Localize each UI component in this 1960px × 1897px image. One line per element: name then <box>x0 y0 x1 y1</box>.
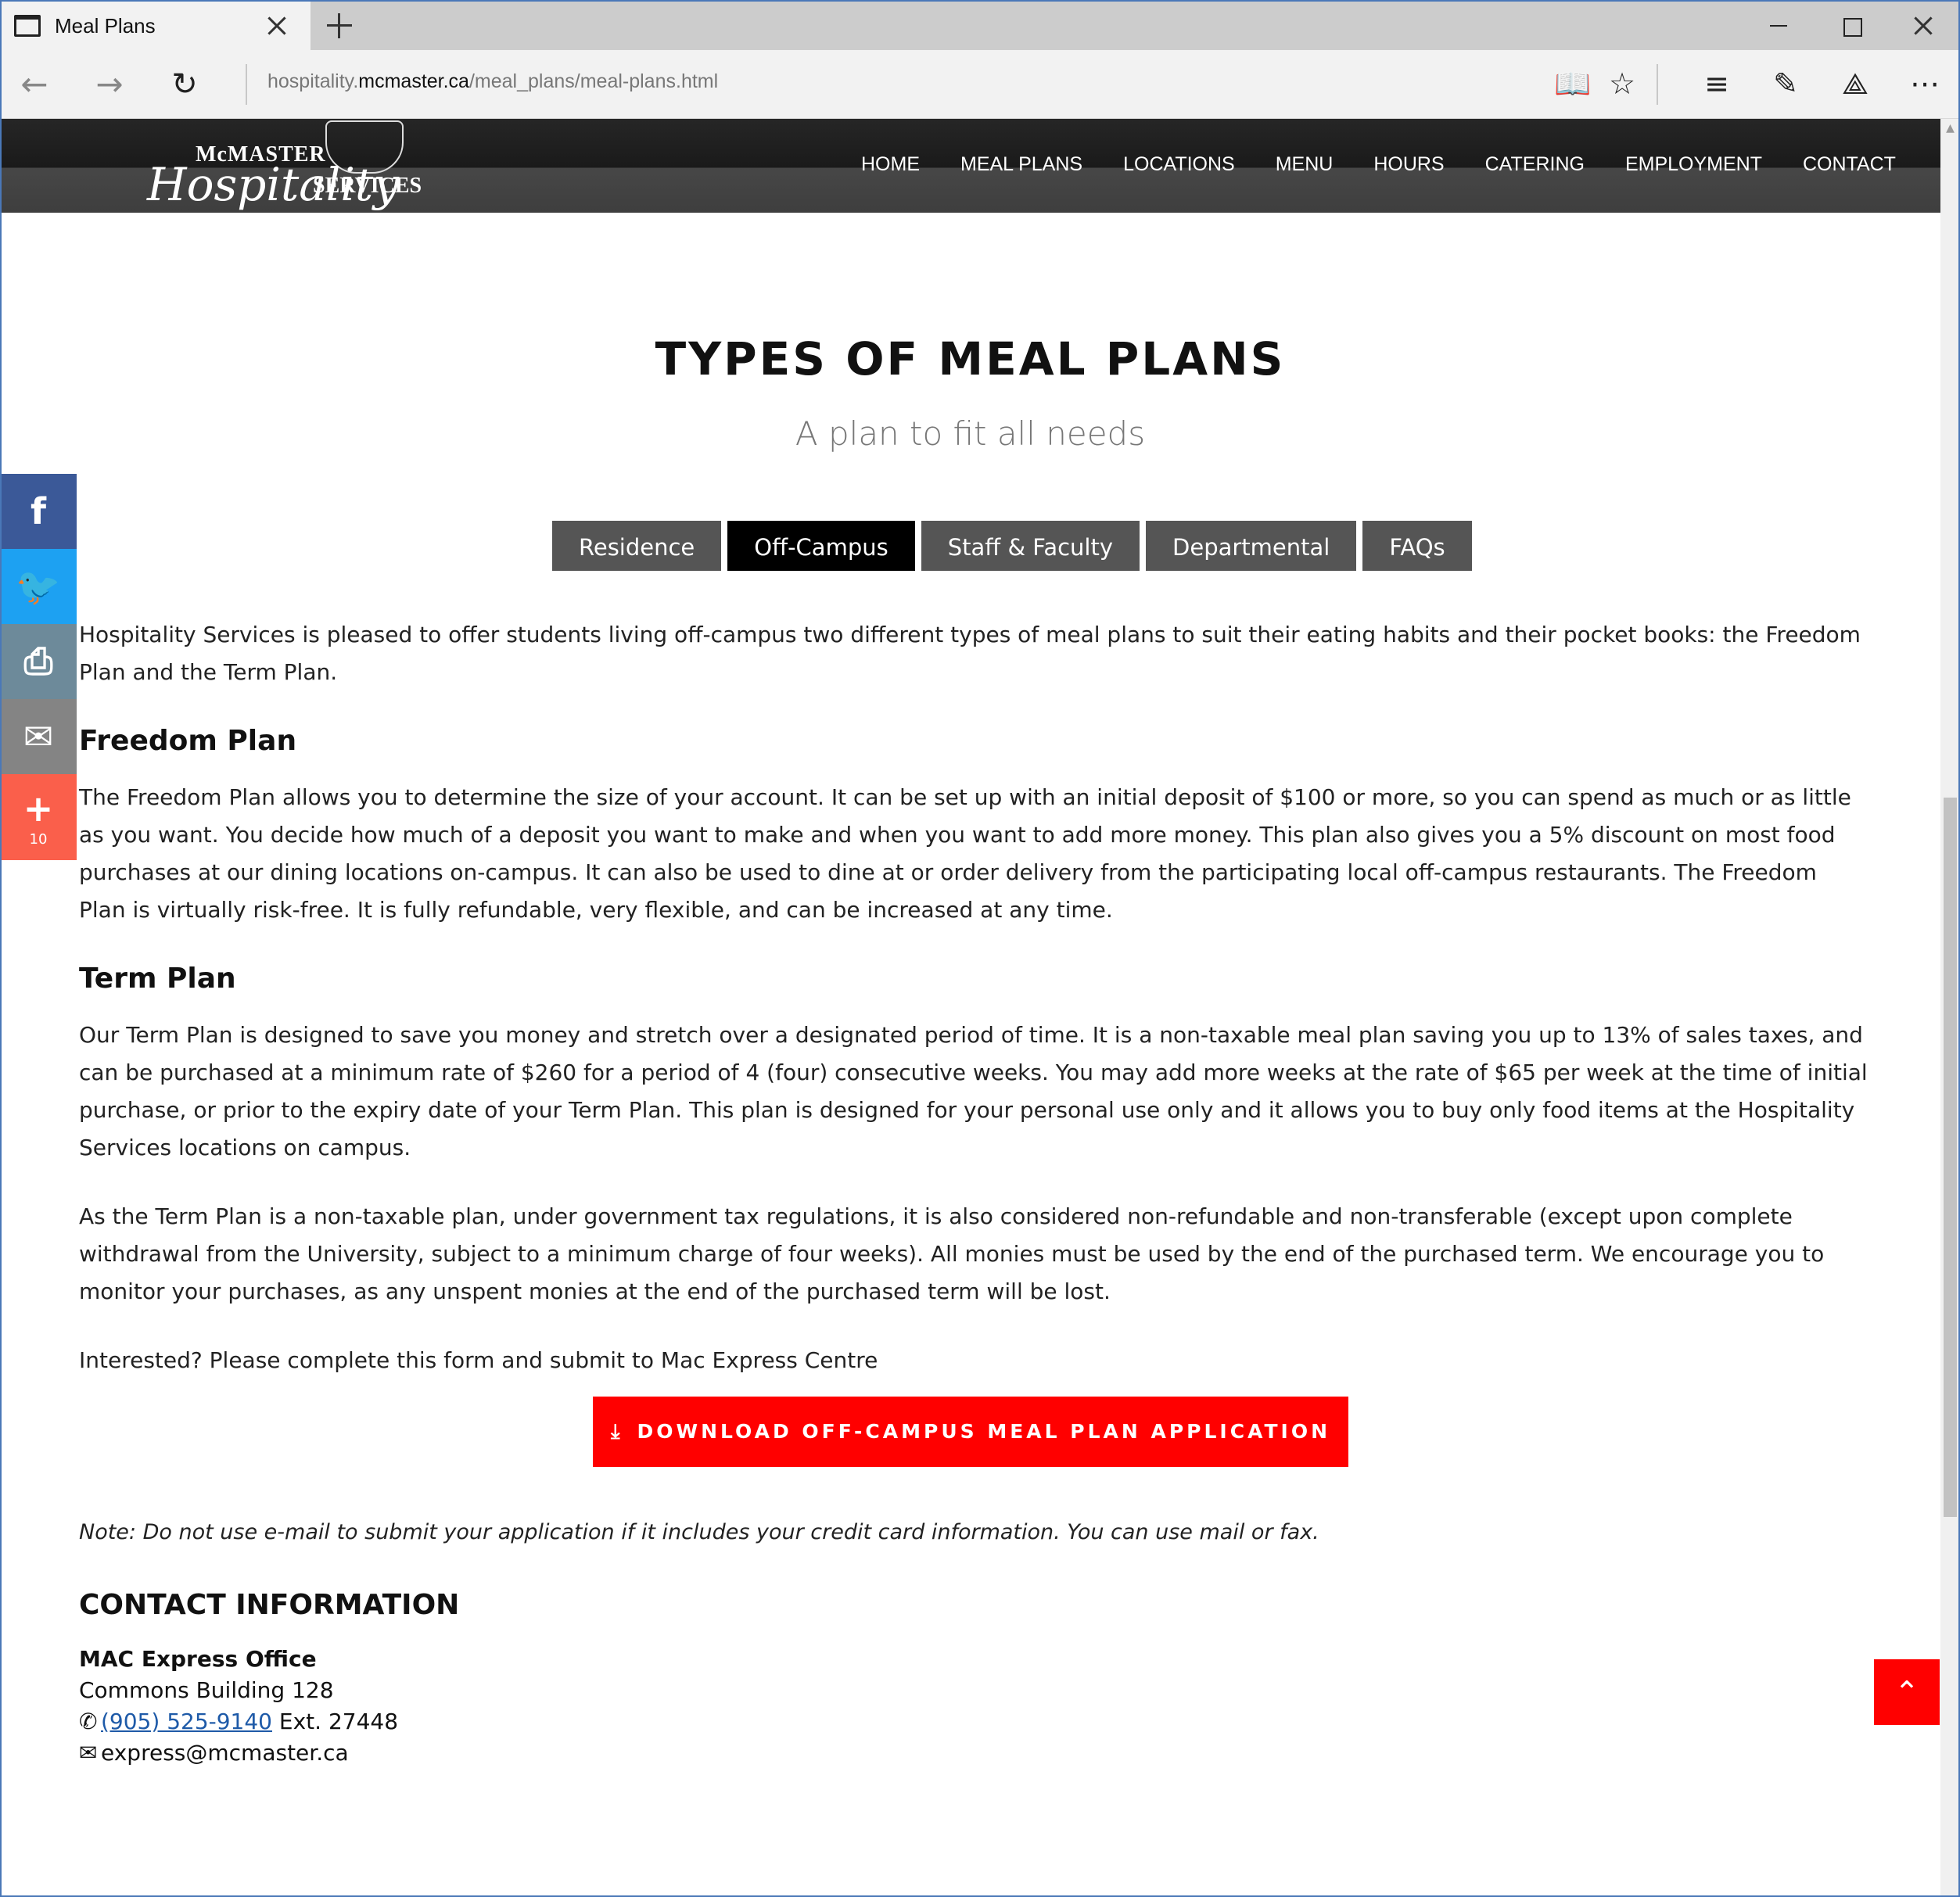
more-icon[interactable]: ⋯ <box>1907 66 1943 102</box>
nav-hours[interactable]: HOURS <box>1373 153 1444 185</box>
page-title: TYPES OF MEAL PLANS <box>655 332 1286 385</box>
tab-faqs[interactable]: FAQs <box>1362 521 1472 571</box>
nav-locations[interactable]: LOCATIONS <box>1123 153 1235 185</box>
tab-residence[interactable]: Residence <box>552 521 722 571</box>
browser-tab[interactable]: Meal Plans <box>0 1 311 51</box>
divider <box>1657 64 1658 105</box>
facebook-share-button[interactable]: f <box>0 474 77 549</box>
close-tab-icon[interactable] <box>265 14 289 38</box>
reading-view-icon[interactable]: 📖 <box>1554 66 1591 102</box>
browser-tab-bar: Meal Plans <box>0 0 1960 51</box>
download-icon: ⤓ <box>610 1420 623 1443</box>
meal-plan-tabs: Residence Off-Campus Staff & Faculty Dep… <box>552 521 1478 571</box>
main-nav: HOME MEAL PLANS LOCATIONS MENU HOURS CAT… <box>861 153 1937 185</box>
nav-catering[interactable]: CATERING <box>1485 153 1585 185</box>
new-tab-icon[interactable] <box>327 13 352 38</box>
freedom-plan-text: The Freedom Plan allows you to determine… <box>79 784 1851 923</box>
phone-line: ✆ (905) 525-9140 Ext. 27448 <box>79 1706 398 1737</box>
note-text: Note: Do not use e-mail to submit your a… <box>79 1520 1319 1544</box>
phone-ext: Ext. 27448 <box>272 1709 399 1734</box>
page-subtitle: A plan to fit all needs <box>795 414 1146 453</box>
contact-heading: CONTACT INFORMATION <box>79 1589 460 1621</box>
close-window-button[interactable] <box>1888 1 1958 51</box>
url-host: mcmaster.ca <box>358 70 469 92</box>
favorite-star-icon[interactable]: ☆ <box>1604 66 1640 102</box>
facebook-icon: f <box>30 490 46 533</box>
page-icon <box>14 15 41 37</box>
more-share-button[interactable]: +10 <box>0 774 77 860</box>
page-scrollbar[interactable]: ▲ <box>1940 119 1960 1897</box>
email-line: ✉ express@mcmaster.ca <box>79 1737 398 1769</box>
term-plan-text-2: As the Term Plan is a non-taxable plan, … <box>79 1203 1825 1304</box>
site-header: McMASTER Hospitality SERVICES HOME MEAL … <box>2 119 1940 213</box>
divider <box>246 64 247 105</box>
twitter-icon: 🐦 <box>16 565 61 608</box>
term-plan-text-1: Our Term Plan is designed to save you mo… <box>79 1022 1868 1160</box>
url-path: /meal_plans/meal-plans.html <box>468 70 719 92</box>
url-prefix: hospitality. <box>267 70 359 92</box>
interested-text: Interested? Please complete this form an… <box>79 1347 878 1373</box>
share-icon[interactable]: ⟁ <box>1837 66 1873 102</box>
site-logo[interactable]: McMASTER Hospitality SERVICES <box>78 119 422 213</box>
share-count: 10 <box>29 830 48 848</box>
scroll-thumb[interactable] <box>1944 798 1957 1517</box>
scroll-up-icon[interactable]: ▲ <box>1944 122 1957 138</box>
print-button[interactable]: ⎙ <box>0 624 77 699</box>
nav-employment[interactable]: EMPLOYMENT <box>1625 153 1762 185</box>
printer-icon: ⎙ <box>23 640 53 682</box>
contact-info: MAC Express Office Commons Building 128 … <box>79 1644 398 1769</box>
phone-link[interactable]: (905) 525-9140 <box>101 1709 272 1734</box>
close-icon <box>1912 14 1935 38</box>
freedom-plan-heading: Freedom Plan <box>79 725 297 757</box>
download-label: DOWNLOAD OFF-CAMPUS MEAL PLAN APPLICATIO… <box>637 1420 1331 1443</box>
tab-staff-faculty[interactable]: Staff & Faculty <box>921 521 1140 571</box>
tab-departmental[interactable]: Departmental <box>1146 521 1357 571</box>
refresh-icon[interactable]: ↻ <box>167 67 202 102</box>
plus-icon: + <box>23 787 54 830</box>
nav-meal-plans[interactable]: MEAL PLANS <box>960 153 1082 185</box>
minimize-button[interactable] <box>1744 1 1815 51</box>
back-arrow-icon[interactable]: ← <box>17 67 52 102</box>
nav-contact[interactable]: CONTACT <box>1803 153 1896 185</box>
email-address: express@mcmaster.ca <box>101 1740 349 1766</box>
office-building: Commons Building 128 <box>79 1677 334 1703</box>
term-plan-heading: Term Plan <box>79 963 236 995</box>
hub-icon[interactable]: ≡ <box>1699 66 1735 102</box>
address-bar: ← → ↻ hospitality.mcmaster.ca/meal_plans… <box>0 50 1960 119</box>
download-application-button[interactable]: ⤓ DOWNLOAD OFF-CAMPUS MEAL PLAN APPLICATI… <box>593 1397 1348 1467</box>
back-to-top-button[interactable]: ⌃ <box>1874 1659 1940 1725</box>
email-share-button[interactable]: ✉ <box>0 699 77 774</box>
twitter-share-button[interactable]: 🐦 <box>0 549 77 624</box>
office-name: MAC Express Office <box>79 1646 317 1672</box>
url-field[interactable]: hospitality.mcmaster.ca/meal_plans/meal-… <box>267 70 718 93</box>
chevron-up-icon: ⌃ <box>1894 1675 1919 1709</box>
intro-text: Hospitality Services is pleased to offer… <box>79 622 1861 685</box>
tab-title: Meal Plans <box>55 13 156 38</box>
nav-menu[interactable]: MENU <box>1276 153 1334 185</box>
main-content: Hospitality Services is pleased to offer… <box>79 616 1870 1411</box>
phone-icon: ✆ <box>79 1709 98 1734</box>
logo-services: SERVICES <box>313 174 422 198</box>
nav-home[interactable]: HOME <box>861 153 920 185</box>
forward-arrow-icon[interactable]: → <box>92 67 127 102</box>
tab-off-campus[interactable]: Off-Campus <box>727 521 915 571</box>
share-bar: f 🐦 ⎙ ✉ +10 <box>0 474 77 860</box>
envelope-icon: ✉ <box>23 715 54 758</box>
web-note-icon[interactable]: ✎ <box>1768 66 1804 102</box>
maximize-button[interactable] <box>1816 1 1886 51</box>
envelope-icon: ✉ <box>79 1740 98 1766</box>
